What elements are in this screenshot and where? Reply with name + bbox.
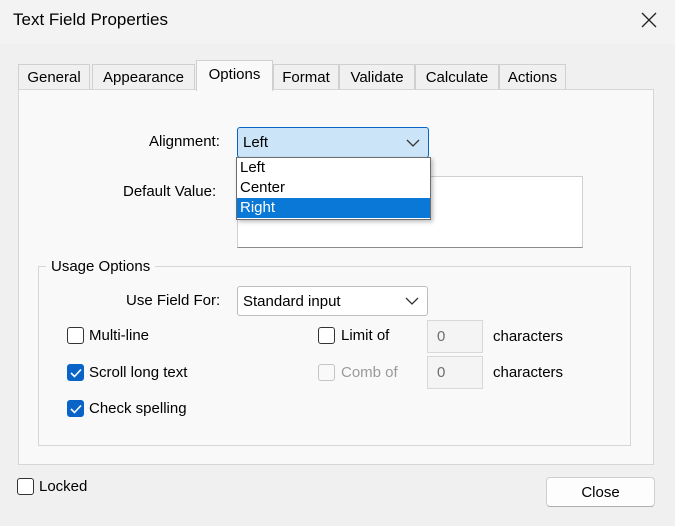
limit-units-label: characters — [493, 328, 564, 345]
tab-divider — [18, 89, 654, 90]
check-spelling-checkbox[interactable] — [67, 400, 84, 417]
tab-label: Format — [282, 68, 330, 86]
tab-label: Appearance — [103, 68, 184, 86]
tab-label: Actions — [507, 68, 558, 86]
locked-label: Locked — [39, 478, 88, 495]
alignment-option-center[interactable]: Center — [237, 178, 430, 198]
use-field-for-select[interactable]: Standard input — [237, 286, 428, 316]
comb-of-checkbox[interactable] — [318, 364, 335, 381]
alignment-value: Left — [243, 134, 269, 151]
alignment-label: Alignment: — [149, 133, 220, 150]
comb-of-label: Comb of — [341, 364, 398, 381]
alignment-option-right[interactable]: Right — [237, 198, 430, 218]
tab-label: Options — [208, 65, 261, 83]
close-icon — [641, 12, 657, 28]
tab-label: General — [27, 68, 81, 86]
locked-checkbox[interactable] — [17, 478, 34, 495]
tab-general[interactable]: General — [18, 64, 90, 89]
close-button-label: Close — [581, 483, 620, 501]
alignment-option-left[interactable]: Left — [237, 158, 430, 178]
check-spelling-label: Check spelling — [89, 400, 187, 417]
limit-of-label: Limit of — [341, 327, 390, 344]
alignment-select[interactable]: Left — [237, 127, 429, 158]
multiline-label: Multi-line — [89, 327, 150, 344]
comb-units-label: characters — [493, 364, 564, 381]
use-field-for-value: Standard input — [243, 292, 341, 310]
limit-of-value: 0 — [437, 328, 446, 345]
chevron-down-icon — [405, 297, 419, 305]
close-window-button[interactable] — [626, 4, 672, 36]
multiline-checkbox[interactable] — [67, 327, 84, 344]
comb-of-input[interactable]: 0 — [427, 356, 483, 389]
scroll-long-text-checkbox[interactable] — [67, 364, 84, 381]
alignment-dropdown-list: Left Center Right — [236, 157, 431, 220]
tab-calculate[interactable]: Calculate — [415, 64, 499, 89]
usage-options-legend: Usage Options — [46, 258, 156, 275]
close-button[interactable]: Close — [546, 477, 655, 507]
default-value-label: Default Value: — [123, 183, 217, 200]
tab-label: Validate — [350, 68, 404, 86]
limit-of-input[interactable]: 0 — [427, 320, 483, 353]
comb-of-value: 0 — [437, 364, 446, 381]
checkmark-icon — [69, 368, 82, 378]
tab-options[interactable]: Options — [196, 60, 273, 91]
tab-actions[interactable]: Actions — [499, 64, 566, 89]
window-title: Text Field Properties — [13, 10, 168, 29]
tab-format[interactable]: Format — [273, 64, 339, 89]
use-field-for-label: Use Field For: — [126, 292, 221, 309]
tab-appearance[interactable]: Appearance — [92, 64, 195, 89]
scroll-long-text-label: Scroll long text — [89, 364, 188, 381]
tab-validate[interactable]: Validate — [339, 64, 415, 89]
chevron-down-icon — [406, 139, 420, 147]
checkmark-icon — [69, 404, 82, 414]
limit-of-checkbox[interactable] — [318, 327, 335, 344]
tab-label: Calculate — [425, 68, 489, 86]
